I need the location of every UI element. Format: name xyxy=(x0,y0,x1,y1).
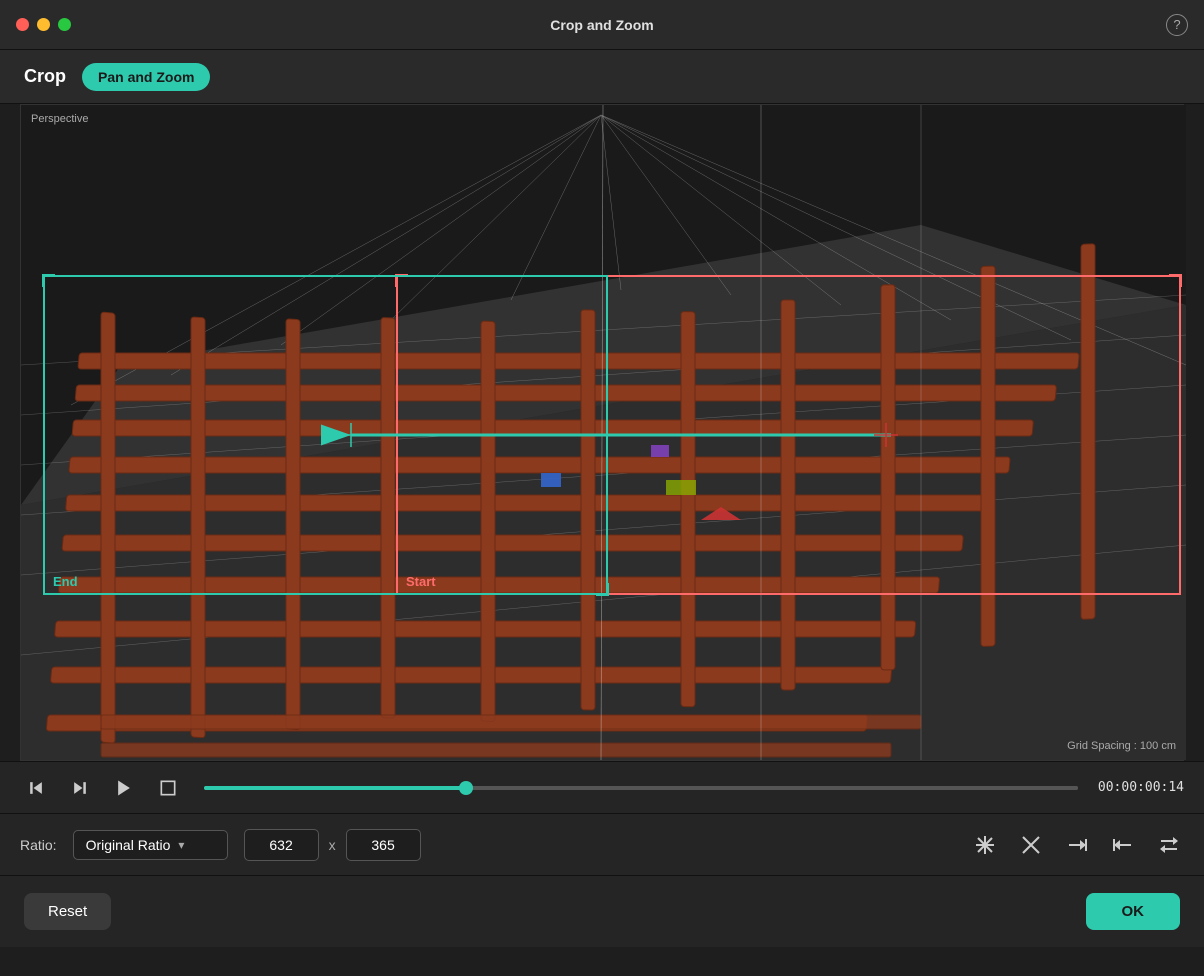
maximize-button[interactable] xyxy=(58,18,71,31)
scrubber[interactable] xyxy=(204,786,1078,790)
tab-crop[interactable]: Crop xyxy=(24,66,66,87)
ratio-select[interactable]: Original Ratio ▾ xyxy=(73,830,228,860)
minimize-button[interactable] xyxy=(37,18,50,31)
timecode: 00:00:00:14 xyxy=(1098,780,1184,795)
step-forward-button[interactable] xyxy=(64,772,96,804)
crop-clear-button[interactable] xyxy=(1016,830,1046,860)
viewport-wrapper: Perspective Grid Spacing : 100 cm xyxy=(20,104,1184,761)
scrubber-thumb xyxy=(459,781,473,795)
window-title: Crop and Zoom xyxy=(550,17,653,33)
ratio-tools xyxy=(970,830,1184,860)
crop-swap-button[interactable] xyxy=(1154,830,1184,860)
transport-bar: 00:00:00:14 xyxy=(0,761,1204,813)
scene-svg xyxy=(21,105,1186,760)
scrubber-container[interactable] xyxy=(204,786,1078,790)
ratio-dimension: x xyxy=(244,829,421,861)
ratio-selected-value: Original Ratio xyxy=(86,837,171,853)
window-controls xyxy=(16,18,71,31)
action-bar: Reset OK xyxy=(0,875,1204,947)
ratio-height-input[interactable] xyxy=(346,829,421,861)
tab-pan-zoom[interactable]: Pan and Zoom xyxy=(82,63,210,91)
step-back-button[interactable] xyxy=(20,772,52,804)
ratio-bar: Ratio: Original Ratio ▾ x xyxy=(0,813,1204,875)
ok-button[interactable]: OK xyxy=(1086,893,1181,930)
crop-arrow-left-icon xyxy=(1112,834,1134,856)
viewport-bg: Perspective Grid Spacing : 100 cm xyxy=(21,105,1186,760)
close-button[interactable] xyxy=(16,18,29,31)
ratio-label: Ratio: xyxy=(20,837,57,853)
play-button[interactable] xyxy=(108,772,140,804)
stop-button[interactable] xyxy=(152,772,184,804)
dimension-x-separator: x xyxy=(329,837,336,853)
crop-swap-icon xyxy=(1158,834,1180,856)
stop-icon xyxy=(158,778,178,798)
reset-button[interactable]: Reset xyxy=(24,893,111,930)
crop-arrow-right-icon xyxy=(1066,834,1088,856)
ratio-width-input[interactable] xyxy=(244,829,319,861)
step-forward-icon xyxy=(70,778,90,798)
title-bar: Crop and Zoom ? xyxy=(0,0,1204,50)
help-button[interactable]: ? xyxy=(1166,14,1188,36)
step-back-icon xyxy=(26,778,46,798)
play-icon xyxy=(114,778,134,798)
tab-bar: Crop Pan and Zoom xyxy=(0,50,1204,104)
crop-arrow-right-button[interactable] xyxy=(1062,830,1092,860)
perspective-label: Perspective xyxy=(31,113,88,125)
viewport[interactable]: Perspective Grid Spacing : 100 cm xyxy=(21,105,1186,760)
crop-full-icon xyxy=(974,834,996,856)
chevron-down-icon: ▾ xyxy=(178,838,184,852)
crop-full-button[interactable] xyxy=(970,830,1000,860)
crop-arrow-left-button[interactable] xyxy=(1108,830,1138,860)
crop-clear-icon xyxy=(1020,834,1042,856)
grid-spacing-label: Grid Spacing : 100 cm xyxy=(1067,740,1176,752)
scrubber-track xyxy=(204,786,1078,790)
